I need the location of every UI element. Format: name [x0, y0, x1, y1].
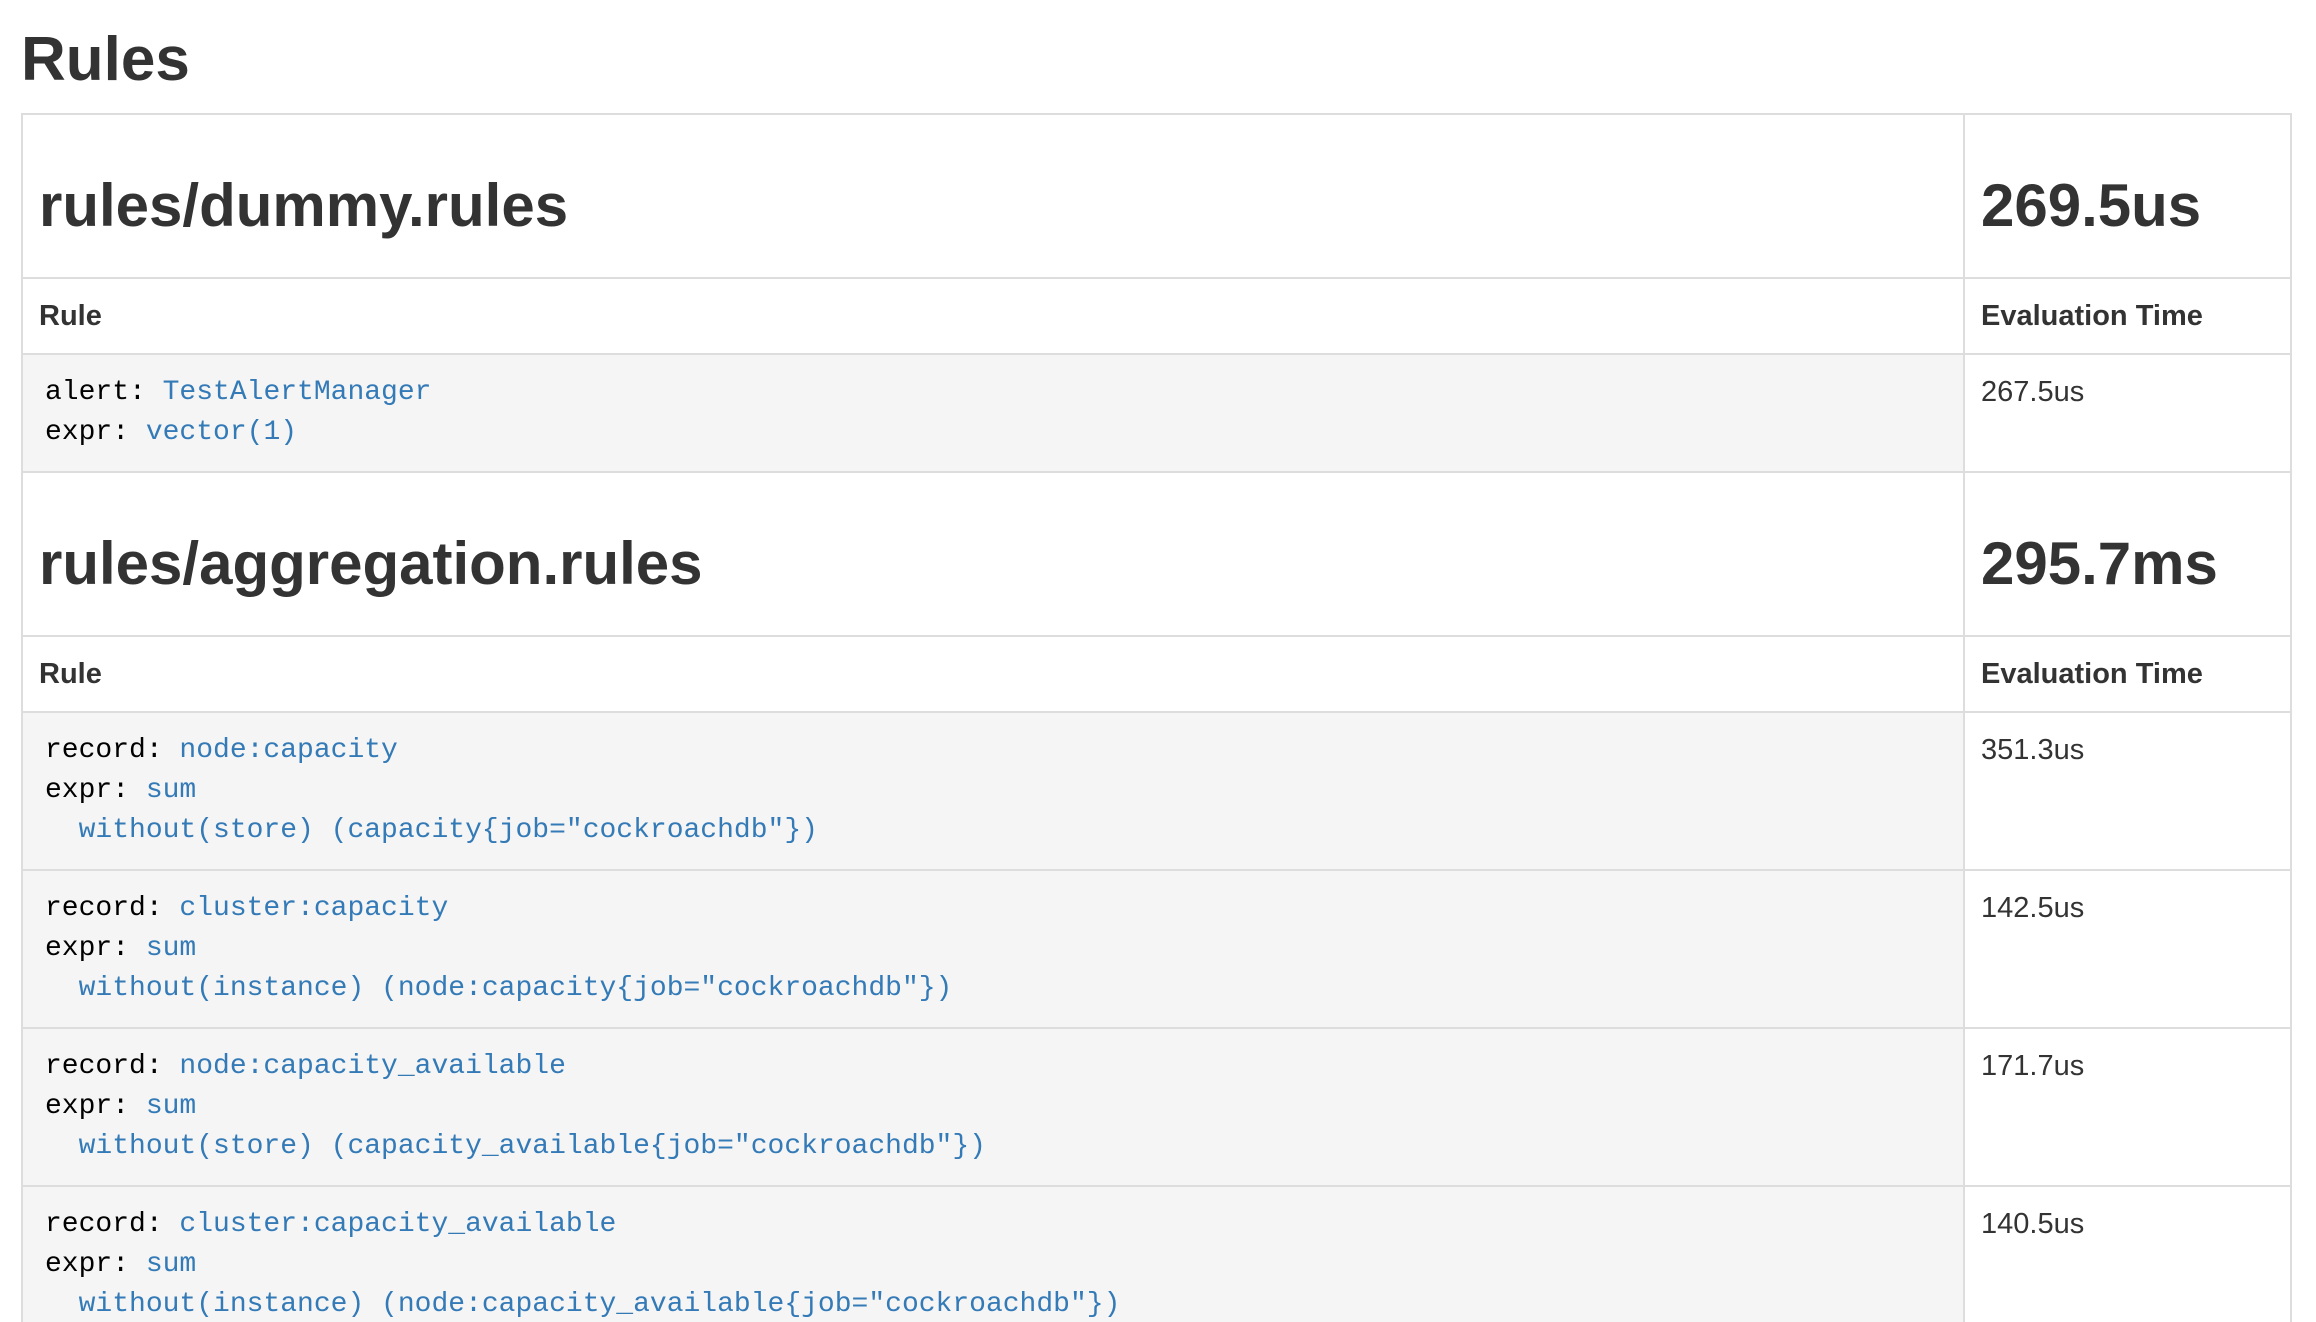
group-eval-time: 295.7ms: [1981, 531, 2274, 597]
rule-expression-link[interactable]: cluster:capacity_available: [179, 1209, 616, 1240]
rule-expression-link[interactable]: cluster:capacity: [179, 893, 448, 924]
page-title: Rules: [21, 26, 2292, 94]
rule-expression-link[interactable]: vector(1): [146, 417, 297, 448]
rule-code-key: expr:: [45, 775, 146, 806]
rules-table-body: rules/dummy.rules269.5usRuleEvaluation T…: [22, 114, 2291, 1322]
rule-code-cell: record: cluster:capacity_available expr:…: [22, 1186, 1964, 1322]
rule-code: record: node:capacity expr: sum without(…: [23, 713, 1963, 869]
rule-code-key: expr:: [45, 417, 146, 448]
column-header-row: RuleEvaluation Time: [22, 278, 2291, 354]
rule-expression-link[interactable]: TestAlertManager: [163, 377, 432, 408]
rule-eval-time-cell: 171.7us: [1964, 1028, 2291, 1186]
rule-expression-link[interactable]: node:capacity_available: [179, 1051, 565, 1082]
rule-column-header: Rule: [22, 278, 1964, 354]
rule-eval-time-cell: 267.5us: [1964, 354, 2291, 472]
rule-code-cell: record: node:capacity_available expr: su…: [22, 1028, 1964, 1186]
rule-expression-link[interactable]: sum without(store) (capacity{job="cockro…: [45, 775, 818, 846]
rule-row: record: node:capacity expr: sum without(…: [22, 712, 2291, 870]
group-eval-time: 269.5us: [1981, 173, 2274, 239]
rule-row: alert: TestAlertManager expr: vector(1)2…: [22, 354, 2291, 472]
rule-code-key: expr:: [45, 1091, 146, 1122]
rule-expression-link[interactable]: sum without(store) (capacity_available{j…: [45, 1091, 986, 1162]
rule-code-key: expr:: [45, 933, 146, 964]
column-header-row: RuleEvaluation Time: [22, 636, 2291, 712]
group-header-row: rules/dummy.rules 269.5us: [22, 114, 2291, 278]
group-eval-time-cell: 295.7ms: [1964, 472, 2291, 636]
rule-eval-time-cell: 351.3us: [1964, 712, 2291, 870]
rule-row: record: node:capacity_available expr: su…: [22, 1028, 2291, 1186]
group-name-cell: rules/aggregation.rules: [22, 472, 1964, 636]
rule-expression-link[interactable]: node:capacity: [179, 735, 397, 766]
group-name-cell: rules/dummy.rules: [22, 114, 1964, 278]
rules-table: rules/dummy.rules269.5usRuleEvaluation T…: [21, 113, 2292, 1322]
rule-expression-link[interactable]: sum without(instance) (node:capacity{job…: [45, 933, 952, 1004]
rule-code-key: record:: [45, 893, 179, 924]
rule-code-key: alert:: [45, 377, 163, 408]
rule-code-key: expr:: [45, 1249, 146, 1280]
rule-row: record: cluster:capacity expr: sum witho…: [22, 870, 2291, 1028]
rule-expression-link[interactable]: sum without(instance) (node:capacity_ava…: [45, 1249, 1120, 1320]
group-eval-time-cell: 269.5us: [1964, 114, 2291, 278]
rule-code-key: record:: [45, 1209, 179, 1240]
rule-code-key: record:: [45, 1051, 179, 1082]
rule-code-cell: record: node:capacity expr: sum without(…: [22, 712, 1964, 870]
evaluation-time-column-header: Evaluation Time: [1964, 636, 2291, 712]
rule-row: record: cluster:capacity_available expr:…: [22, 1186, 2291, 1322]
rules-page: Rules rules/dummy.rules269.5usRuleEvalua…: [0, 26, 2316, 1322]
group-name: rules/aggregation.rules: [39, 531, 1947, 597]
rule-code-cell: alert: TestAlertManager expr: vector(1): [22, 354, 1964, 472]
rule-code: alert: TestAlertManager expr: vector(1): [23, 355, 1963, 471]
evaluation-time-column-header: Evaluation Time: [1964, 278, 2291, 354]
rule-code: record: node:capacity_available expr: su…: [23, 1029, 1963, 1185]
rule-eval-time-cell: 140.5us: [1964, 1186, 2291, 1322]
rule-column-header: Rule: [22, 636, 1964, 712]
rule-code-key: record:: [45, 735, 179, 766]
rule-eval-time-cell: 142.5us: [1964, 870, 2291, 1028]
rule-code: record: cluster:capacity expr: sum witho…: [23, 871, 1963, 1027]
group-name: rules/dummy.rules: [39, 173, 1947, 239]
rule-code-cell: record: cluster:capacity expr: sum witho…: [22, 870, 1964, 1028]
group-header-row: rules/aggregation.rules 295.7ms: [22, 472, 2291, 636]
rule-code: record: cluster:capacity_available expr:…: [23, 1187, 1963, 1322]
